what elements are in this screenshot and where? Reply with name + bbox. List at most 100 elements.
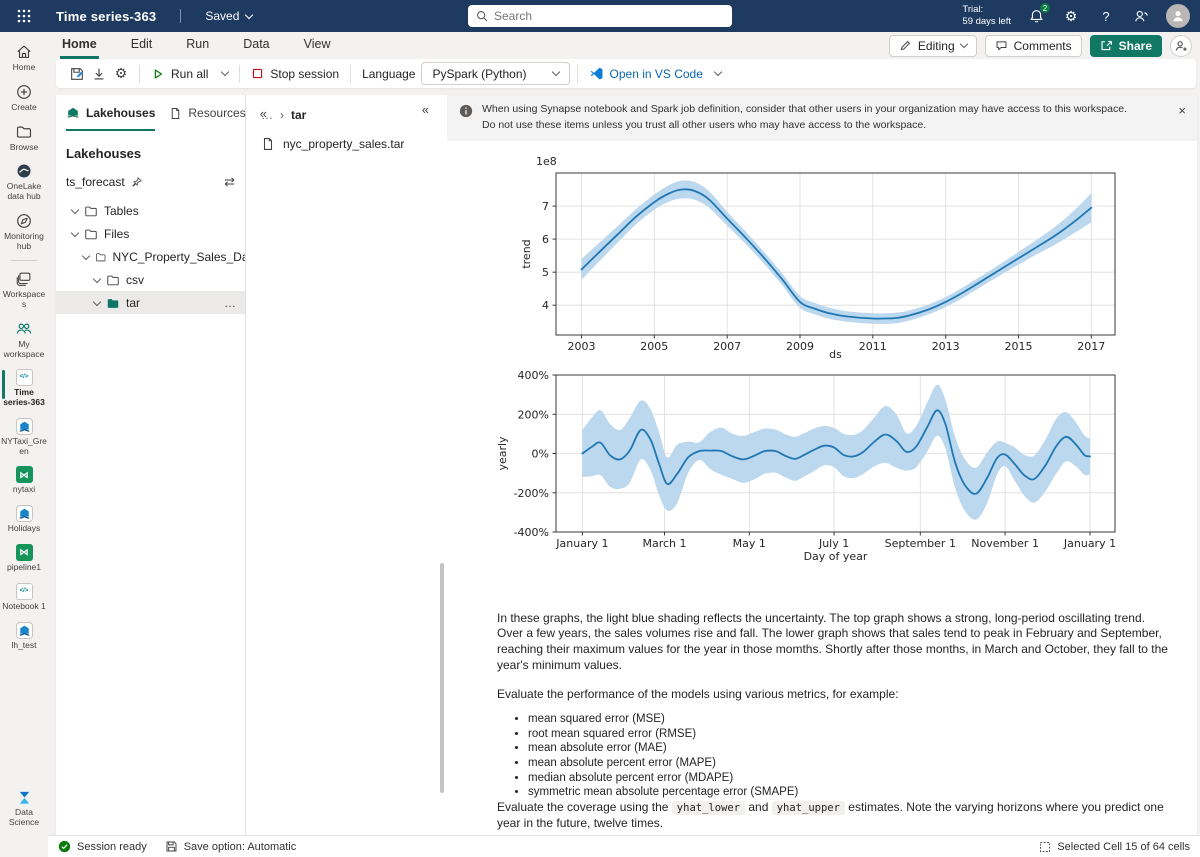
list-item: median absolute percent error (MDAPE) bbox=[528, 771, 1171, 786]
rail-item-monitoring-hub[interactable]: Monitoring hub bbox=[0, 207, 48, 257]
rail-item-pipeline1[interactable]: ⋈ pipeline1 bbox=[0, 539, 48, 578]
tab-data[interactable]: Data bbox=[241, 33, 271, 59]
folder-icon bbox=[84, 204, 98, 218]
tree-item-csv[interactable]: csv bbox=[56, 268, 245, 291]
language-select[interactable]: PySpark (Python) bbox=[421, 62, 569, 85]
global-search[interactable] bbox=[468, 5, 732, 27]
rail-item-time-series-363[interactable]: </> Time series-363 bbox=[0, 364, 48, 413]
collaborators-button[interactable] bbox=[1170, 35, 1192, 57]
lakehouse-ts-forecast[interactable]: ts_forecast ⇄ bbox=[56, 165, 245, 199]
rail-item-home[interactable]: Home bbox=[0, 38, 48, 78]
svg-text:trend: trend bbox=[520, 239, 533, 268]
comments-button[interactable]: Comments bbox=[985, 35, 1082, 57]
rail-item-data-science[interactable]: Data Science bbox=[0, 784, 48, 833]
rail-item-nytaxi[interactable]: ⋈ nytaxi bbox=[0, 461, 48, 500]
pencil-icon bbox=[899, 39, 912, 52]
tab-home[interactable]: Home bbox=[60, 33, 99, 59]
save-icon[interactable] bbox=[66, 63, 88, 85]
vertical-scrollbar[interactable] bbox=[440, 563, 444, 793]
ribbon-tabs: Home Edit Run Data View bbox=[60, 33, 333, 59]
svg-text:Day of year: Day of year bbox=[804, 550, 868, 563]
svg-text:7: 7 bbox=[542, 200, 549, 213]
chevron-down-icon bbox=[551, 68, 559, 76]
list-item: mean absolute percent error (MAPE) bbox=[528, 756, 1171, 771]
tab-view[interactable]: View bbox=[302, 33, 333, 59]
session-status[interactable]: Session ready bbox=[58, 840, 147, 853]
folder-filled-icon bbox=[106, 296, 120, 310]
lakehouse-icon bbox=[16, 622, 33, 639]
account-avatar[interactable] bbox=[1166, 4, 1190, 28]
markdown-cell: In these graphs, the light blue shading … bbox=[497, 611, 1171, 832]
rail-item-lh-test[interactable]: lh_test bbox=[0, 617, 48, 656]
svg-text:-200%: -200% bbox=[514, 486, 549, 499]
editing-mode-button[interactable]: Editing bbox=[889, 35, 977, 57]
saved-label: Saved bbox=[205, 9, 239, 23]
lakehouse-icon bbox=[16, 505, 33, 522]
tab-edit[interactable]: Edit bbox=[129, 33, 155, 59]
settings-gear-icon[interactable]: ⚙ bbox=[1061, 6, 1081, 26]
svg-text:March 1: March 1 bbox=[642, 537, 686, 550]
rail-item-onelake-data-hub[interactable]: OneLake data hub bbox=[0, 157, 48, 207]
run-all-button[interactable]: Run all bbox=[147, 67, 232, 81]
paragraph-coverage: Evaluate the coverage using the yhat_low… bbox=[497, 800, 1171, 832]
tree-item-tar[interactable]: tar … bbox=[56, 291, 245, 314]
ribbon-right: Editing Comments Share bbox=[889, 35, 1200, 57]
stop-session-button[interactable]: Stop session bbox=[247, 67, 343, 81]
open-in-vscode-button[interactable]: Open in VS Code bbox=[585, 66, 725, 81]
feedback-icon[interactable] bbox=[1131, 6, 1151, 26]
svg-text:0%: 0% bbox=[532, 447, 549, 460]
rail-item-create[interactable]: Create bbox=[0, 78, 48, 118]
notifications-bell-icon[interactable]: 2 bbox=[1026, 6, 1046, 26]
save-option-status[interactable]: Save option: Automatic bbox=[165, 840, 297, 853]
help-icon[interactable]: ? bbox=[1096, 6, 1116, 26]
explorer-tabs: Lakehouses Resources « bbox=[56, 95, 245, 131]
rail-item-my-workspace[interactable]: My workspace bbox=[0, 315, 48, 365]
tab-lakehouses[interactable]: Lakehouses bbox=[66, 106, 155, 131]
folder-icon bbox=[95, 250, 106, 264]
svg-text:January 1: January 1 bbox=[1063, 537, 1116, 550]
rail-item-holidays[interactable]: Holidays bbox=[0, 500, 48, 539]
switch-lakehouse-icon[interactable]: ⇄ bbox=[224, 174, 235, 190]
svg-text:2009: 2009 bbox=[786, 340, 814, 353]
svg-text:5: 5 bbox=[542, 266, 549, 279]
session-settings-gear-icon[interactable]: ⚙ bbox=[110, 63, 132, 85]
tree-item-tables[interactable]: Tables bbox=[56, 199, 245, 222]
close-icon[interactable]: × bbox=[1178, 101, 1186, 121]
rail-item-notebook-1[interactable]: </> Notebook 1 bbox=[0, 578, 48, 617]
breadcrumb-ellipsis[interactable]: … bbox=[261, 108, 273, 122]
people-icon bbox=[15, 320, 33, 338]
language-label: Language bbox=[362, 67, 415, 81]
rail-item-workspaces[interactable]: Workspaces bbox=[0, 265, 48, 315]
share-icon bbox=[1100, 39, 1113, 52]
onelake-icon bbox=[15, 162, 33, 180]
folder-icon bbox=[84, 227, 98, 241]
collapse-panel-icon[interactable]: « bbox=[422, 102, 429, 117]
share-button[interactable]: Share bbox=[1090, 35, 1162, 57]
svg-text:2015: 2015 bbox=[1005, 340, 1033, 353]
rail-item-nytaxi-green[interactable]: NYTaxi_Green bbox=[0, 413, 48, 462]
save-icon bbox=[165, 840, 178, 853]
file-row-nyc-property-sales[interactable]: nyc_property_sales.tar bbox=[246, 130, 438, 158]
tree-item-files[interactable]: Files bbox=[56, 222, 245, 245]
svg-text:2011: 2011 bbox=[859, 340, 887, 353]
svg-text:4: 4 bbox=[542, 299, 549, 312]
notebook-icon: </> bbox=[16, 583, 33, 600]
notebook-scroll-area[interactable]: 200320052007200920112013201520174567dstr… bbox=[447, 141, 1197, 836]
svg-text:July 1: July 1 bbox=[818, 537, 849, 550]
svg-text:6: 6 bbox=[542, 233, 549, 246]
saved-status-dropdown[interactable]: Saved bbox=[205, 9, 252, 23]
rail-item-browse[interactable]: Browse bbox=[0, 118, 48, 158]
svg-text:2013: 2013 bbox=[932, 340, 960, 353]
tree-item-nyc-property-sales-dataset[interactable]: NYC_Property_Sales_Dataset bbox=[56, 245, 245, 268]
svg-text:200%: 200% bbox=[518, 408, 549, 421]
search-input[interactable] bbox=[494, 9, 714, 23]
app-launcher-icon[interactable] bbox=[12, 4, 36, 28]
more-options-icon[interactable]: … bbox=[224, 296, 237, 310]
notebook-title[interactable]: Time series-363 bbox=[56, 9, 156, 24]
lakehouse-name: ts_forecast bbox=[66, 175, 125, 189]
explorer-heading: Lakehouses bbox=[56, 131, 245, 165]
tab-run[interactable]: Run bbox=[184, 33, 211, 59]
download-icon[interactable] bbox=[88, 63, 110, 85]
tab-resources[interactable]: Resources bbox=[169, 106, 245, 131]
breadcrumb-separator-icon: › bbox=[280, 108, 284, 122]
